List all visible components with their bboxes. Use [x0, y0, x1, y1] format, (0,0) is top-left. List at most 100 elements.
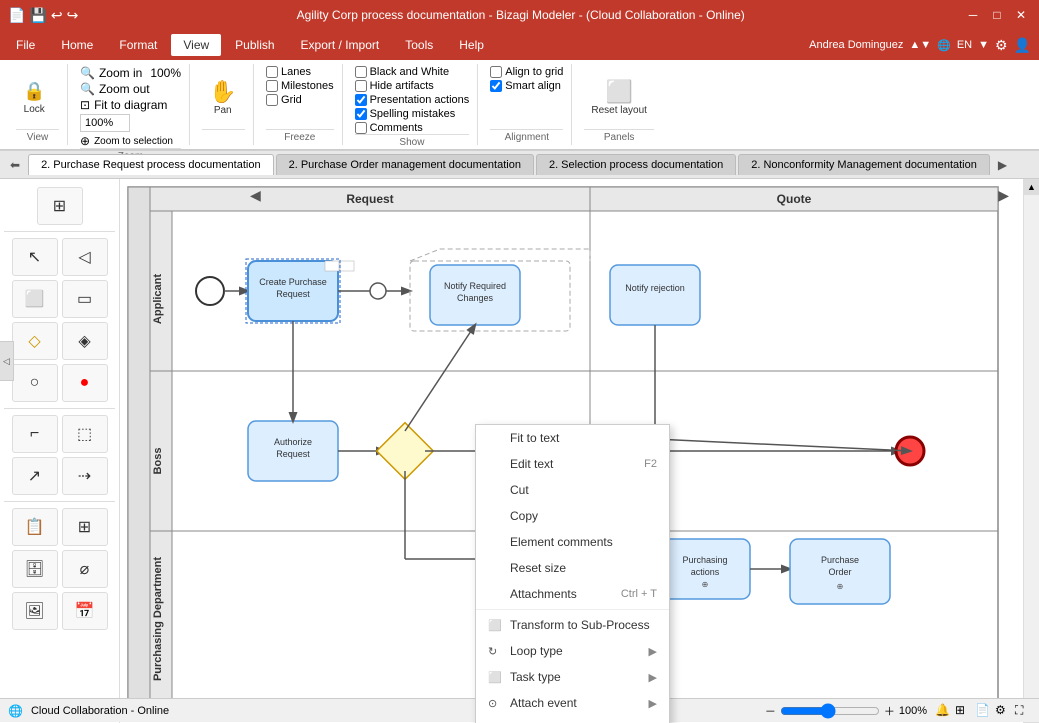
menu-export-import[interactable]: Export / Import	[289, 34, 392, 56]
ctx-reset-size[interactable]: Reset size	[476, 555, 669, 581]
align-grid-check[interactable]: Align to grid	[490, 66, 563, 78]
ctx-transform-label: Transform to Sub-Process	[510, 618, 657, 632]
comments-checkbox[interactable]	[355, 122, 367, 134]
artifacts-check[interactable]: Hide artifacts	[355, 80, 434, 92]
tool-table-btn[interactable]: ⊞	[62, 508, 108, 546]
bw-checkbox[interactable]	[355, 66, 367, 78]
tool-collapse-btn[interactable]: ◁	[62, 238, 108, 276]
smart-align-check[interactable]: Smart align	[490, 80, 561, 92]
doc-tab-3[interactable]: 2. Nonconformity Management documentatio…	[738, 154, 990, 175]
smart-align-checkbox[interactable]	[490, 80, 502, 92]
task-type-icon: ⬜	[488, 671, 506, 684]
tool-corner-btn[interactable]: ⌐	[12, 415, 58, 453]
toolbar-collapse-btn[interactable]: ◁	[0, 341, 14, 381]
bell-icon[interactable]: 🔔	[935, 703, 951, 719]
ribbon-group-panels: ⬜ Reset layout Panels	[576, 64, 662, 145]
menu-help[interactable]: Help	[447, 34, 496, 56]
ctx-transform[interactable]: ⬜ Transform to Sub-Process	[476, 612, 669, 638]
lanes-check[interactable]: Lanes	[266, 66, 311, 78]
menu-format[interactable]: Format	[107, 34, 169, 56]
ctx-copy[interactable]: Copy	[476, 503, 669, 529]
tool-diamond-btn[interactable]: ◈	[62, 322, 108, 360]
lock-button[interactable]: 🔒 Lock	[16, 78, 52, 118]
tool-event-btn[interactable]: ○	[12, 364, 58, 402]
tool-grid-btn[interactable]: ⊞	[37, 187, 83, 225]
menu-home[interactable]: Home	[49, 34, 105, 56]
ctx-edit-text[interactable]: Edit text F2	[476, 451, 669, 477]
doc-nav-left[interactable]: ⬅	[4, 156, 26, 174]
milestones-check[interactable]: Milestones	[266, 80, 334, 92]
menu-file[interactable]: File	[4, 34, 47, 56]
artifacts-label: Hide artifacts	[370, 80, 434, 92]
canvas-nav-right[interactable]: ▶	[998, 187, 1009, 204]
spelling-checkbox[interactable]	[355, 108, 367, 120]
svg-text:Request: Request	[346, 192, 393, 206]
app-icon-2: 💾	[29, 7, 46, 24]
reset-layout-button[interactable]: ⬜ Reset layout	[584, 76, 654, 119]
zoom-in-row: 🔍 Zoom in 100%	[80, 66, 181, 80]
doc-tab-0[interactable]: 2. Purchase Request process documentatio…	[28, 154, 274, 175]
ctx-fit-to-text[interactable]: Fit to text	[476, 425, 669, 451]
tool-task-btn[interactable]: ⬜	[12, 280, 58, 318]
canvas[interactable]: Request Quote Applicant Boss Purchasing …	[120, 179, 1039, 723]
lanes-checkbox[interactable]	[266, 66, 278, 78]
milestones-checkbox[interactable]	[266, 80, 278, 92]
reset-layout-icon: ⬜	[605, 79, 632, 105]
pan-button[interactable]: ✋ Pan	[202, 76, 243, 119]
tool-circle-btn[interactable]: ●	[62, 364, 108, 402]
zoom-plus-icon[interactable]: ＋	[884, 703, 895, 719]
menu-tools[interactable]: Tools	[393, 34, 445, 56]
align-grid-checkbox[interactable]	[490, 66, 502, 78]
ctx-attachments[interactable]: Attachments Ctrl + T	[476, 581, 669, 607]
tool-cylinder-btn[interactable]: ⌀	[62, 550, 108, 588]
grid-checkbox[interactable]	[266, 94, 278, 106]
presentation-check[interactable]: Presentation actions	[355, 94, 470, 106]
ctx-cut[interactable]: Cut	[476, 477, 669, 503]
window-controls: ─ □ ✕	[963, 5, 1031, 25]
fit-btn[interactable]: Fit to diagram	[94, 98, 167, 112]
bw-check[interactable]: Black and White	[355, 66, 449, 78]
tool-data-btn[interactable]: 🗄	[12, 550, 58, 588]
layers-icon[interactable]: 📄	[975, 703, 991, 719]
tool-annotation-btn[interactable]: 📋	[12, 508, 58, 546]
zoom-selection-btn[interactable]: Zoom to selection	[94, 136, 173, 147]
zoom-minus-icon[interactable]: －	[765, 703, 776, 719]
zoom-out-btn[interactable]: Zoom out	[99, 82, 150, 96]
ctx-task-type[interactable]: ⬜ Task type ▶	[476, 664, 669, 690]
tool-dashed-arrow-btn[interactable]: ⇢	[62, 457, 108, 495]
doc-tab-2[interactable]: 2. Selection process documentation	[536, 154, 736, 175]
comments-check[interactable]: Comments	[355, 122, 423, 134]
tool-dashed-btn[interactable]: ⬚	[62, 415, 108, 453]
tool-image-btn[interactable]: 🖼	[12, 592, 58, 630]
artifacts-checkbox[interactable]	[355, 80, 367, 92]
restore-button[interactable]: □	[987, 5, 1007, 25]
canvas-nav-left[interactable]: ◀	[250, 187, 261, 204]
menu-view[interactable]: View	[171, 34, 221, 56]
settings-icon[interactable]: ⚙	[995, 703, 1011, 719]
tool-arrow-btn[interactable]: ↗	[12, 457, 58, 495]
doc-nav-right[interactable]: ▶	[992, 156, 1013, 174]
tool-cursor-btn[interactable]: ↖	[12, 238, 58, 276]
grid-check[interactable]: Grid	[266, 94, 302, 106]
grid-icon[interactable]: ⊞	[955, 703, 971, 719]
presentation-checkbox[interactable]	[355, 94, 367, 106]
ctx-attach-event[interactable]: ⊙ Attach event ▶	[476, 690, 669, 716]
menu-publish[interactable]: Publish	[223, 34, 286, 56]
ribbon-group-freeze: Lanes Milestones Grid Freeze	[258, 64, 343, 145]
scroll-up-btn[interactable]: ▲	[1024, 179, 1039, 195]
ctx-element-comments[interactable]: Element comments	[476, 529, 669, 555]
fullscreen-icon[interactable]: ⛶	[1015, 703, 1031, 719]
zoom-slider[interactable]	[780, 703, 880, 719]
tool-rounded-btn[interactable]: ▭	[62, 280, 108, 318]
close-button[interactable]: ✕	[1011, 5, 1031, 25]
ctx-loop-type[interactable]: ↻ Loop type ▶	[476, 638, 669, 664]
zoom-input[interactable]	[80, 114, 130, 132]
minimize-button[interactable]: ─	[963, 5, 983, 25]
tool-calendar-btn[interactable]: 📅	[62, 592, 108, 630]
tool-row-3: ⬜ ▭	[4, 280, 115, 318]
tool-gateway-btn[interactable]: ◇	[12, 322, 58, 360]
spelling-check[interactable]: Spelling mistakes	[355, 108, 456, 120]
ctx-copy-label: Copy	[510, 509, 657, 523]
zoom-in-btn[interactable]: Zoom in	[99, 66, 142, 80]
doc-tab-1[interactable]: 2. Purchase Order management documentati…	[276, 154, 534, 175]
